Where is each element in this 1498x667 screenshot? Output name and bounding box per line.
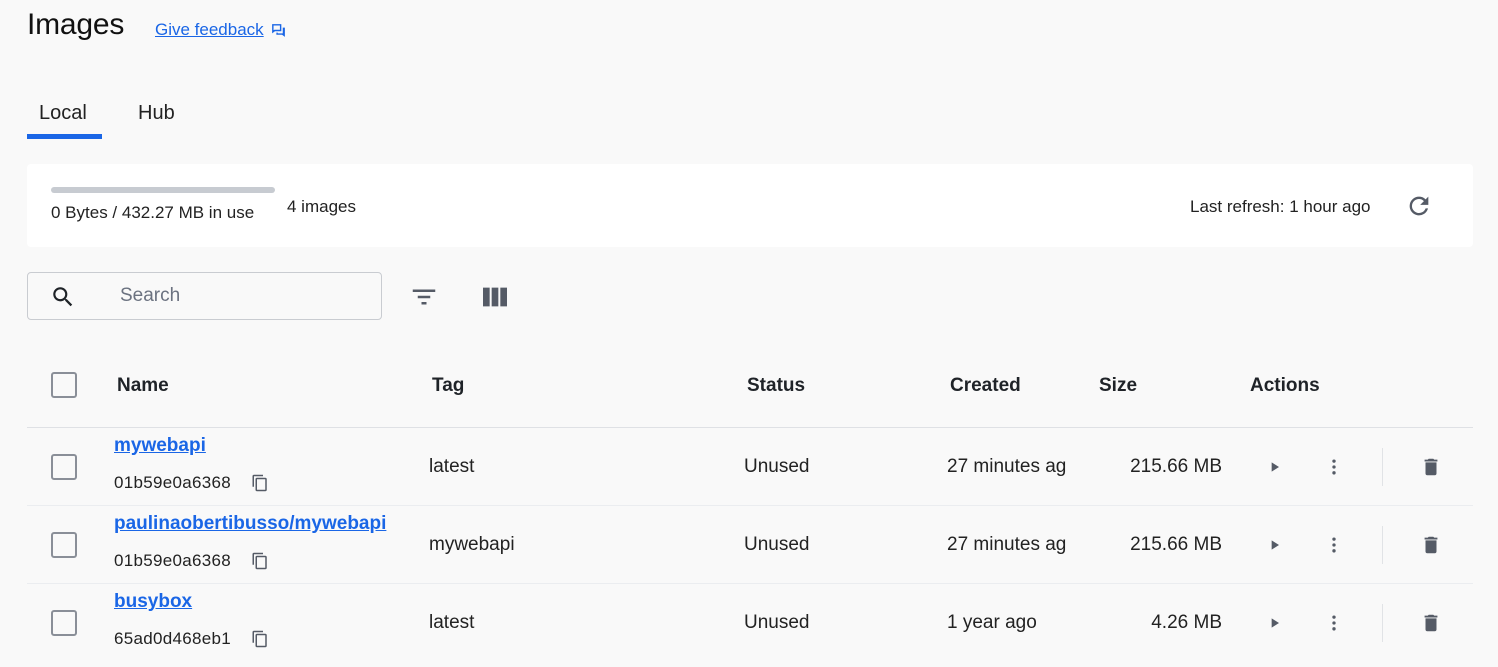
more-options-button[interactable] [1323, 456, 1345, 478]
image-id: 01b59e0a6368 [114, 473, 232, 492]
disk-usage-bar [51, 187, 275, 193]
row-checkbox[interactable] [51, 532, 77, 558]
delete-button[interactable] [1420, 534, 1442, 556]
copy-icon[interactable] [251, 474, 269, 492]
tab-local[interactable]: Local [39, 102, 87, 125]
image-tag: latest [429, 612, 475, 633]
image-status: Unused [744, 534, 810, 555]
select-all-checkbox[interactable] [51, 372, 77, 398]
actions-divider [1382, 604, 1383, 642]
disk-usage-text: 0 Bytes / 432.27 MB in use [51, 203, 255, 222]
image-id: 65ad0d468eb1 [114, 629, 232, 648]
play-icon [1271, 462, 1279, 472]
column-header-name[interactable]: Name [117, 375, 169, 397]
filter-button[interactable] [407, 281, 441, 313]
copy-icon[interactable] [251, 630, 269, 648]
run-button[interactable] [1264, 456, 1286, 478]
play-icon [1271, 540, 1279, 550]
table-header-divider [27, 427, 1473, 428]
more-options-button[interactable] [1323, 534, 1345, 556]
give-feedback-label: Give feedback [155, 20, 264, 39]
column-header-size[interactable]: Size [1099, 375, 1137, 397]
image-created: 27 minutes ag [947, 534, 1067, 555]
columns-icon [483, 287, 507, 307]
actions-divider [1382, 526, 1383, 564]
image-created: 1 year ago [947, 612, 1037, 633]
more-vertical-icon [1332, 615, 1336, 631]
more-vertical-icon [1332, 459, 1336, 475]
search-icon [53, 287, 73, 307]
image-count: 4 images [287, 197, 356, 216]
row-checkbox[interactable] [51, 610, 77, 636]
columns-button[interactable] [478, 281, 512, 313]
row-divider [27, 505, 1473, 506]
image-size: 215.66 MB [1130, 456, 1222, 477]
image-tag: latest [429, 456, 475, 477]
refresh-button[interactable] [1404, 191, 1434, 221]
column-header-created[interactable]: Created [950, 375, 1021, 397]
trash-icon [1424, 614, 1438, 632]
image-name-link[interactable]: mywebapi [114, 435, 206, 457]
image-size: 215.66 MB [1130, 534, 1222, 555]
row-checkbox[interactable] [51, 454, 77, 480]
active-tab-indicator [27, 134, 102, 139]
column-header-tag[interactable]: Tag [432, 375, 464, 397]
trash-icon [1424, 458, 1438, 476]
delete-button[interactable] [1420, 612, 1442, 634]
image-name-link[interactable]: paulinaobertibusso/mywebapi [114, 513, 386, 535]
image-name-link[interactable]: busybox [114, 591, 192, 613]
image-tag: mywebapi [429, 534, 515, 555]
play-icon [1271, 618, 1279, 628]
page-title: Images [27, 8, 125, 41]
refresh-icon [1409, 196, 1429, 216]
give-feedback-link[interactable]: Give feedback [155, 20, 287, 40]
search-input[interactable] [104, 276, 374, 316]
image-id: 01b59e0a6368 [114, 551, 232, 570]
filter-icon [412, 289, 436, 305]
feedback-icon [271, 23, 285, 37]
column-header-status[interactable]: Status [747, 375, 805, 397]
more-vertical-icon [1332, 537, 1336, 553]
image-status: Unused [744, 612, 810, 633]
delete-button[interactable] [1420, 456, 1442, 478]
column-header-actions: Actions [1250, 375, 1320, 396]
row-divider [27, 583, 1473, 584]
last-refresh-text: Last refresh: 1 hour ago [1190, 197, 1371, 216]
run-button[interactable] [1264, 612, 1286, 634]
copy-icon[interactable] [251, 552, 269, 570]
trash-icon [1424, 536, 1438, 554]
image-size: 4.26 MB [1151, 612, 1222, 633]
image-created: 27 minutes ag [947, 456, 1067, 477]
actions-divider [1382, 448, 1383, 486]
more-options-button[interactable] [1323, 612, 1345, 634]
run-button[interactable] [1264, 534, 1286, 556]
image-status: Unused [744, 456, 810, 477]
tab-hub[interactable]: Hub [138, 102, 175, 125]
